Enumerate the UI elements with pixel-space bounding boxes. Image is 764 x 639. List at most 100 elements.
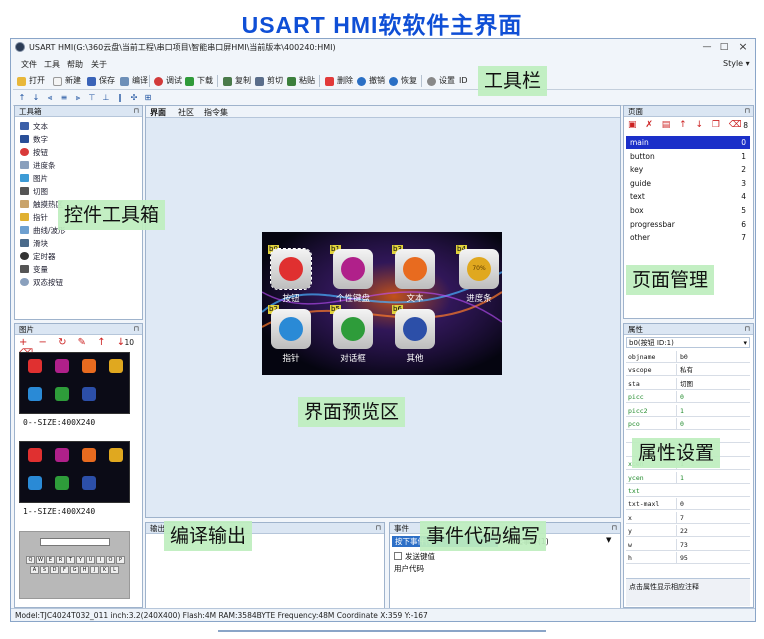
- property-row[interactable]: vscope 私有: [626, 364, 750, 377]
- page-row[interactable]: text 4: [626, 190, 750, 203]
- style-dropdown[interactable]: Style ▾: [723, 59, 750, 68]
- minimize-button[interactable]: —: [699, 40, 715, 54]
- maximize-button[interactable]: □: [716, 40, 732, 54]
- cut-button[interactable]: 剪切: [255, 74, 283, 88]
- align-right-icon[interactable]: ⫸: [73, 93, 83, 103]
- download-button[interactable]: 下载: [185, 74, 213, 88]
- pin-icon[interactable]: ⊓: [612, 523, 617, 534]
- property-key: sta: [628, 379, 640, 388]
- picture-thumb-1[interactable]: [19, 441, 130, 503]
- id-button[interactable]: ID: [459, 74, 468, 88]
- toolbox-item-button[interactable]: 按钮: [20, 147, 48, 158]
- toolbox-item-picture[interactable]: 图片: [20, 173, 48, 184]
- align-top-icon[interactable]: ⊤: [87, 93, 97, 103]
- toolbox-item-text[interactable]: 文本: [20, 121, 48, 132]
- redo-button[interactable]: 恢复: [389, 74, 417, 88]
- property-row[interactable]: txt: [626, 485, 750, 497]
- property-row[interactable]: sta 切图: [626, 377, 750, 390]
- property-row[interactable]: y 22: [626, 525, 750, 538]
- property-row[interactable]: picc 0: [626, 391, 750, 404]
- toolbox-item-timer[interactable]: 定时器: [20, 251, 56, 262]
- app-logo-icon: [15, 42, 25, 52]
- property-row[interactable]: pco 0: [626, 418, 750, 430]
- thumb-icon: [28, 448, 42, 462]
- page-row[interactable]: box 5: [626, 204, 750, 217]
- toolbox-item-hotspot[interactable]: 触摸热区: [20, 199, 63, 210]
- property-row[interactable]: txt-maxl 0: [626, 498, 750, 511]
- chevron-down-icon[interactable]: ▼: [606, 536, 611, 544]
- preview-button-icon: [341, 317, 365, 341]
- toolbox-item-pointer[interactable]: 指针: [20, 212, 48, 223]
- page-tools[interactable]: ▣ ✗ ▤ ↑ ↓ ❐ ⌫: [628, 120, 745, 130]
- toolbox-item-number[interactable]: 数字: [20, 134, 48, 145]
- page-id: 0: [741, 138, 746, 147]
- divider: [218, 630, 546, 632]
- callout-events: 事件代码编写: [420, 521, 547, 551]
- tab-design[interactable]: 界面: [150, 107, 166, 118]
- undo-button[interactable]: 撤销: [357, 74, 385, 88]
- page-row[interactable]: other 7: [626, 231, 750, 244]
- distribute-icon[interactable]: ‖: [115, 93, 125, 103]
- page-row[interactable]: button 1: [626, 150, 750, 163]
- preview-button-label: 进度条: [466, 294, 492, 304]
- preview-button[interactable]: 70%: [459, 249, 499, 289]
- toolbox-item-variable[interactable]: 变量: [20, 264, 48, 275]
- pin-icon[interactable]: ⊓: [134, 106, 139, 117]
- property-row[interactable]: w 73: [626, 538, 750, 551]
- toolbox-item-crop[interactable]: 切图: [20, 186, 48, 197]
- paste-button[interactable]: 粘贴: [287, 74, 315, 88]
- screen-preview[interactable]: b0按钮b1个性键盘b3文本b470%进度条b2指针b5对话框b6其他: [262, 232, 502, 375]
- preview-button[interactable]: [271, 309, 311, 349]
- grid-icon[interactable]: ⊞: [143, 93, 153, 103]
- tab-instructions[interactable]: 指令集: [204, 107, 228, 118]
- page-row[interactable]: main 0: [626, 136, 750, 149]
- pin-icon[interactable]: ⊓: [745, 106, 750, 117]
- align-bottom-icon[interactable]: ⊥: [101, 93, 111, 103]
- align-left-icon[interactable]: ⫷: [45, 93, 55, 103]
- page-row[interactable]: progressbar 6: [626, 218, 750, 231]
- preview-button[interactable]: [395, 249, 435, 289]
- picture-thumb-2[interactable]: Q W E R T Y U I O P A S D F G H J K L: [19, 531, 130, 599]
- property-row[interactable]: ycen 1: [626, 471, 750, 484]
- same-size-icon[interactable]: ✣: [129, 93, 139, 103]
- save-button[interactable]: 保存: [87, 74, 115, 88]
- move-down-icon[interactable]: ↓: [31, 93, 41, 103]
- new-button[interactable]: 新建: [53, 74, 81, 88]
- menu-tools[interactable]: 工具: [44, 59, 60, 70]
- tab-community[interactable]: 社区: [178, 107, 194, 118]
- menu-help[interactable]: 帮助: [67, 59, 83, 70]
- preview-button[interactable]: [270, 248, 312, 290]
- preview-button[interactable]: [333, 309, 373, 349]
- property-key: picc2: [628, 406, 648, 415]
- page-row[interactable]: key 2: [626, 163, 750, 176]
- move-up-icon[interactable]: ↑: [17, 93, 27, 103]
- toolbox-item-dual-state-button[interactable]: 双态按钮: [20, 277, 63, 288]
- debug-button[interactable]: 调试: [154, 74, 182, 88]
- pin-icon[interactable]: ⊓: [745, 324, 750, 335]
- compile-button[interactable]: 编译: [120, 74, 148, 88]
- pin-icon[interactable]: ⊓: [376, 523, 381, 534]
- preview-button[interactable]: [333, 249, 373, 289]
- close-button[interactable]: ×: [735, 40, 751, 54]
- preview-button[interactable]: [395, 309, 435, 349]
- page-row[interactable]: guide 3: [626, 177, 750, 190]
- menu-file[interactable]: 文件: [21, 59, 37, 70]
- menu-about[interactable]: 关于: [91, 59, 107, 70]
- property-row[interactable]: picc2 1: [626, 404, 750, 417]
- preview-button-icon: [279, 257, 303, 281]
- object-select[interactable]: b0(按钮 ID:1) ▾: [626, 337, 750, 348]
- picture-thumb-0[interactable]: [19, 352, 130, 414]
- open-button[interactable]: 打开: [17, 74, 45, 88]
- toolbox-item-slider[interactable]: 滑块: [20, 238, 48, 249]
- property-row[interactable]: x7: [626, 511, 750, 524]
- property-row[interactable]: h 95: [626, 552, 750, 564]
- copy-button[interactable]: 复制: [223, 74, 251, 88]
- align-center-icon[interactable]: ≡: [59, 93, 69, 103]
- send-key-checkbox[interactable]: [394, 552, 402, 560]
- delete-button[interactable]: 删除: [325, 74, 353, 88]
- property-row[interactable]: objname b0: [626, 351, 750, 363]
- pin-icon[interactable]: ⊓: [134, 324, 139, 335]
- toolbox-item-progressbar[interactable]: 进度条: [20, 160, 56, 171]
- thumb-icon: [82, 387, 96, 401]
- settings-button[interactable]: 设置: [427, 74, 455, 88]
